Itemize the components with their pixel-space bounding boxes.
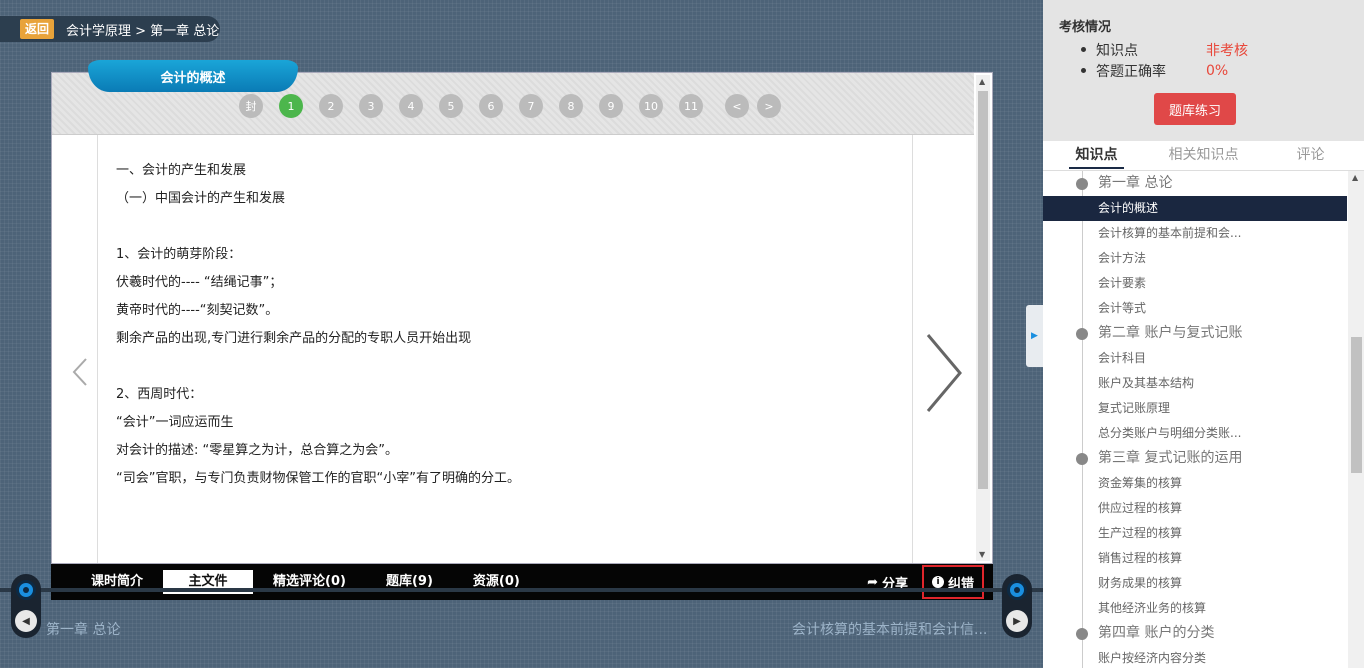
page-navigation: 封 1 2 3 4 5 6 7 8 9 10 11 < > (239, 94, 781, 118)
page-button[interactable]: 封 (239, 94, 263, 118)
tree-chapter[interactable]: 第一章 总论 (1043, 171, 1347, 196)
tree-item[interactable]: 其他经济业务的核算 (1043, 596, 1347, 621)
assessment-row: 答题正确率 0% (1059, 60, 1364, 81)
tree-item[interactable]: 会计的概述 (1043, 196, 1347, 221)
tree-chapter[interactable]: 第二章 账户与复式记账 (1043, 321, 1347, 346)
right-tabs: 知识点 相关知识点 评论 (1043, 141, 1364, 171)
prev-page-button[interactable]: < (725, 94, 749, 118)
tree-item[interactable]: 会计要素 (1043, 271, 1347, 296)
previous-lesson-link[interactable]: 第一章 总论 (46, 619, 120, 639)
tree-item[interactable]: 供应过程的核算 (1043, 496, 1347, 521)
collapse-panel-handle[interactable]: ▶ (1026, 305, 1043, 367)
scroll-down-icon[interactable]: ▼ (979, 550, 985, 559)
text-line: 对会计的描述: “零星算之为计，总合算之为会”。 (116, 443, 398, 458)
breadcrumb-bar: 返回 会计学原理 > 第一章 总论 (0, 16, 220, 42)
content-tabbar: 课时简介 主文件 精选评论(0) 题库(9) 资源(0) ➦ 分享 i 纠错 (51, 564, 993, 600)
text-line (116, 353, 912, 381)
breadcrumb: 会计学原理 > 第一章 总论 (66, 23, 220, 39)
info-icon: i (931, 576, 944, 588)
assessment-label: 答题正确率 (1096, 63, 1166, 80)
text-line: 1、会计的萌芽阶段： (116, 247, 242, 262)
scroll-up-icon[interactable]: ▲ (1352, 173, 1358, 182)
page-button[interactable]: 1 (279, 94, 303, 118)
page-button[interactable]: 8 (559, 94, 583, 118)
tab-knowledge-points[interactable]: 知识点 (1043, 141, 1150, 170)
text-line: （一）中国会计的产生和发展 (116, 191, 286, 206)
assessment-title: 考核情况 (1059, 20, 1112, 35)
tab-related-knowledge[interactable]: 相关知识点 (1150, 141, 1257, 170)
content-viewer: 封 1 2 3 4 5 6 7 8 9 10 11 < > 一、会计的产生和发展 （一）中国会计的产生和发展… (51, 72, 993, 564)
page-button[interactable]: 11 (679, 94, 703, 118)
text-line (116, 213, 912, 241)
knowledge-tree: 第一章 总论 会计的概述 会计核算的基本前提和会... 会计方法 会计要素 会计等式 第二章… (1043, 171, 1364, 668)
tree-item[interactable]: 生产过程的核算 (1043, 521, 1347, 546)
bullet-icon (1081, 68, 1086, 73)
scroll-up-icon[interactable]: ▲ (979, 77, 985, 86)
assessment-value: 非考核 (1206, 42, 1248, 59)
page-button[interactable]: 5 (439, 94, 463, 118)
bullet-icon (1081, 47, 1086, 52)
page-button[interactable]: 6 (479, 94, 503, 118)
tab-comments[interactable]: 评论 (1257, 141, 1364, 170)
tree-item[interactable]: 会计方法 (1043, 246, 1347, 271)
tree-item[interactable]: 账户按经济内容分类 (1043, 646, 1347, 668)
timeline-marker-icon (16, 580, 36, 600)
tree-item[interactable]: 复式记账原理 (1043, 396, 1347, 421)
tree-item[interactable]: 会计等式 (1043, 296, 1347, 321)
text-line: 一、会计的产生和发展 (116, 163, 247, 178)
tree-scroll-thumb[interactable] (1351, 337, 1362, 473)
page-button[interactable]: 7 (519, 94, 543, 118)
right-panel: 考核情况 知识点 非考核 答题正确率 0% 题库练习 知识点 相关知识点 评论 … (1043, 0, 1364, 668)
report-error-button[interactable]: i 纠错 (921, 565, 984, 599)
timeline-marker-icon (1007, 580, 1027, 600)
practice-button[interactable]: 题库练习 (1154, 93, 1236, 125)
page-button[interactable]: 9 (599, 94, 623, 118)
previous-lesson-icon[interactable]: ◀ (15, 610, 37, 632)
next-lesson-control[interactable]: ▶ (1002, 574, 1032, 638)
tree-item[interactable]: 会计科目 (1043, 346, 1347, 371)
tree-item[interactable]: 会计核算的基本前提和会... (1043, 221, 1347, 246)
text-line: 黄帝时代的----“刻契记数”。 (116, 303, 279, 318)
tree-scrollbar[interactable]: ▲ (1348, 171, 1364, 668)
next-page-arrow-icon[interactable] (924, 333, 964, 413)
tree-item[interactable]: 财务成果的核算 (1043, 571, 1347, 596)
timeline-track (0, 588, 1043, 592)
content-scrollbar[interactable]: ▲ ▼ (976, 75, 990, 561)
assessment-row: 知识点 非考核 (1059, 39, 1364, 60)
text-line: 2、西周时代： (116, 387, 203, 402)
assessment-section: 考核情况 知识点 非考核 答题正确率 0% 题库练习 (1043, 0, 1364, 141)
tree-item[interactable]: 资金筹集的核算 (1043, 471, 1347, 496)
document-text: 一、会计的产生和发展 （一）中国会计的产生和发展 1、会计的萌芽阶段： 伏羲时代的--… (97, 135, 913, 563)
assessment-label: 知识点 (1096, 42, 1138, 59)
assessment-value: 0% (1206, 62, 1229, 79)
back-button[interactable]: 返回 (20, 19, 55, 39)
previous-lesson-control[interactable]: ◀ (11, 574, 41, 638)
next-lesson-link[interactable]: 会计核算的基本前提和会计信... (792, 619, 987, 639)
text-line: “司会”官职，与专门负责财物保管工作的官职“小宰”有了明确的分工。 (116, 471, 520, 486)
tree-chapter[interactable]: 第三章 复式记账的运用 (1043, 446, 1347, 471)
tree-item[interactable]: 总分类账户与明细分类账... (1043, 421, 1347, 446)
tree-item[interactable]: 销售过程的核算 (1043, 546, 1347, 571)
page-button[interactable]: 10 (639, 94, 663, 118)
page-button[interactable]: 4 (399, 94, 423, 118)
next-lesson-icon[interactable]: ▶ (1006, 610, 1028, 632)
text-line: 伏羲时代的---- “结绳记事”； (116, 275, 283, 290)
lesson-title-tab: 会计的概述 (88, 60, 298, 92)
previous-page-arrow-icon[interactable] (72, 357, 88, 387)
text-line: 剩余产品的出现,专门进行剩余产品的分配的专职人员开始出现 (116, 331, 472, 346)
text-line: “会计”一词应运而生 (116, 415, 234, 430)
chevron-right-icon: ▶ (1031, 331, 1038, 341)
tree-item[interactable]: 账户及其基本结构 (1043, 371, 1347, 396)
page-button[interactable]: 3 (359, 94, 383, 118)
tree-chapter[interactable]: 第四章 账户的分类 (1043, 621, 1347, 646)
next-page-button[interactable]: > (757, 94, 781, 118)
content-scroll-thumb[interactable] (978, 91, 988, 489)
page-button[interactable]: 2 (319, 94, 343, 118)
